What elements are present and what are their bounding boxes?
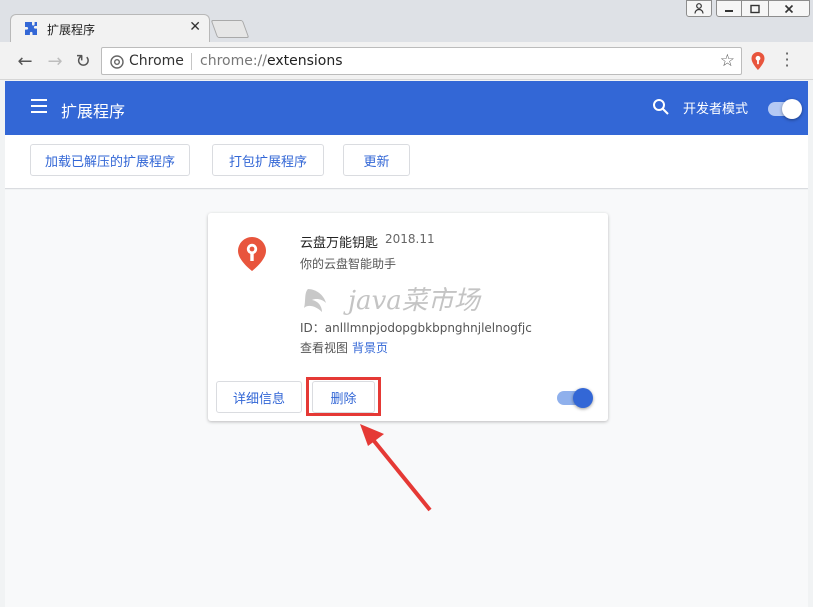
views-label: 查看视图 [300, 341, 349, 355]
browser-toolbar: ← → ↻ Chrome chrome://extensions ☆ · · · [0, 42, 813, 80]
extension-views: 查看视图 背景页 [300, 339, 388, 356]
tab-strip: 扩展程序 ✕ [0, 0, 813, 42]
page-title: 扩展程序 [61, 102, 126, 121]
cloud-key-extension-icon[interactable] [750, 51, 766, 71]
close-tab-icon[interactable]: ✕ [189, 19, 201, 35]
tab-extensions[interactable]: 扩展程序 ✕ [10, 14, 210, 42]
svg-text:java菜市场: java菜市场 [343, 286, 482, 316]
url-scheme: chrome:// [200, 53, 267, 69]
developer-action-bar: 加载已解压的扩展程序 打包扩展程序 更新 [5, 135, 808, 189]
more-menu-icon[interactable]: · · · [780, 46, 794, 74]
url-path: extensions [267, 53, 343, 69]
url-text: chrome://extensions [200, 53, 343, 69]
user-icon[interactable] [686, 0, 712, 17]
back-arrow-icon[interactable]: ← [14, 50, 36, 72]
load-unpacked-button[interactable]: 加载已解压的扩展程序 [30, 144, 190, 176]
minimize-button[interactable] [716, 0, 742, 17]
extension-name: 云盘万能钥匙 [300, 236, 379, 251]
extension-version: 2018.11 [385, 232, 435, 246]
address-separator [191, 53, 192, 70]
extension-logo-icon [238, 237, 266, 271]
update-button[interactable]: 更新 [343, 144, 410, 176]
menu-icon[interactable] [31, 99, 47, 113]
watermark-logo: java菜市场 [304, 286, 482, 316]
maximize-button[interactable] [741, 0, 769, 17]
new-tab-button[interactable] [210, 20, 250, 38]
developer-mode-toggle[interactable] [768, 99, 802, 119]
developer-mode-label: 开发者模式 [683, 102, 749, 117]
extension-id: ID：anlllmnpjodopgbkbpnghnjlelnogfjc [300, 321, 532, 335]
extension-enabled-toggle[interactable] [557, 388, 593, 408]
site-name: Chrome [129, 53, 184, 69]
puzzle-icon [25, 22, 37, 35]
close-window-button[interactable] [768, 0, 810, 17]
annotation-arrow [360, 424, 432, 512]
details-button[interactable]: 详细信息 [216, 381, 302, 413]
background-page-link[interactable]: 背景页 [352, 341, 388, 355]
address-bar[interactable]: Chrome chrome://extensions ☆ [101, 47, 742, 75]
pack-extension-button[interactable]: 打包扩展程序 [212, 144, 324, 176]
remove-button-highlight [306, 377, 381, 416]
extensions-header: 扩展程序 开发者模式 [5, 81, 808, 135]
search-icon[interactable] [652, 98, 670, 116]
extension-description: 你的云盘智能助手 [300, 257, 397, 271]
reload-icon[interactable]: ↻ [72, 50, 94, 72]
bookmark-star-icon[interactable]: ☆ [720, 51, 735, 71]
extension-card: 云盘万能钥匙 2018.11 你的云盘智能助手 java菜市场 ID：anlll… [208, 213, 608, 421]
forward-arrow-icon[interactable]: → [44, 50, 66, 72]
chrome-logo-icon [110, 55, 124, 69]
tab-title: 扩展程序 [47, 23, 96, 37]
